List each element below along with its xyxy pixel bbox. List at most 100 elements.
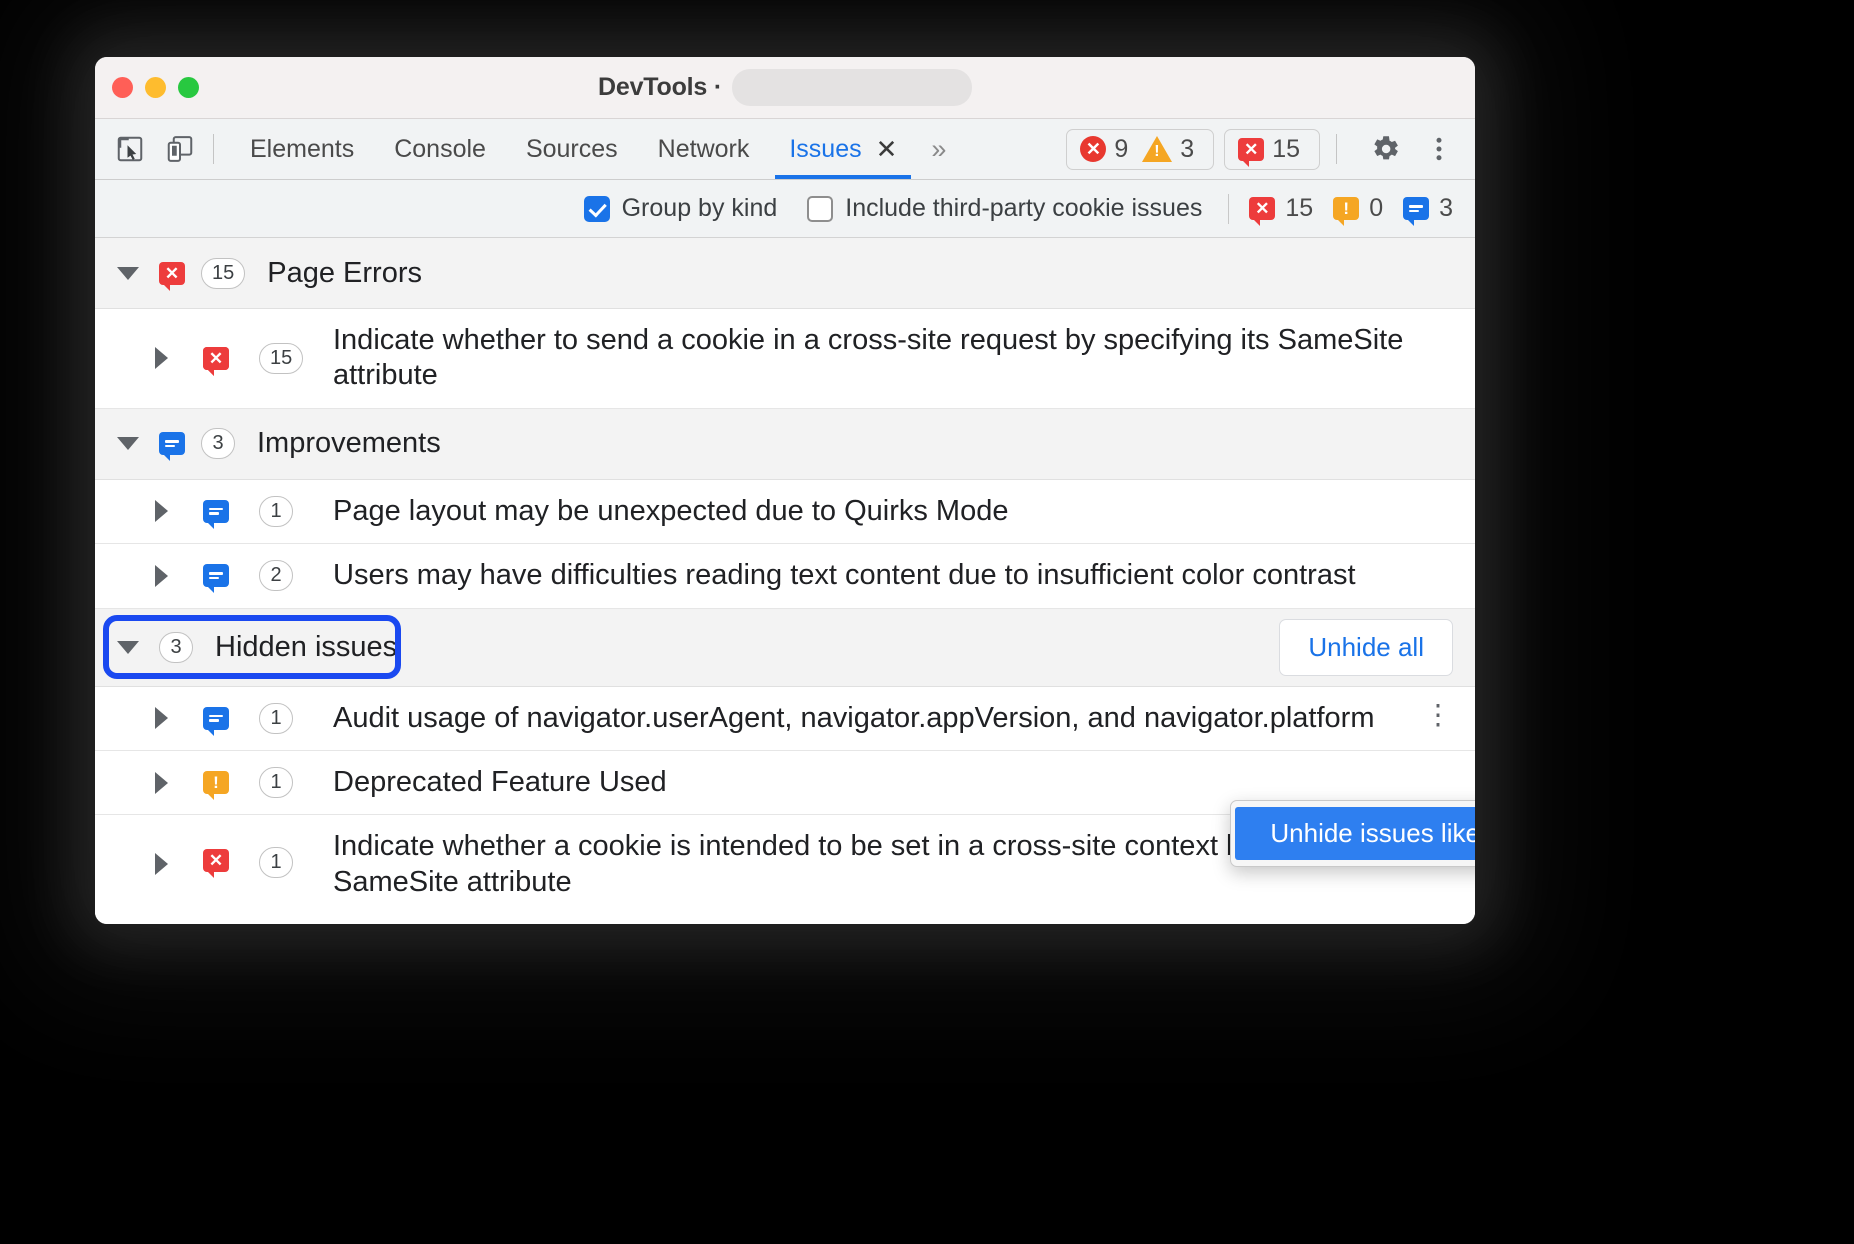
inspect-cursor-icon[interactable] bbox=[113, 132, 147, 166]
title-redacted-block bbox=[732, 69, 972, 106]
group-by-kind-checkbox[interactable]: Group by kind bbox=[584, 194, 778, 223]
chevron-down-icon[interactable] bbox=[117, 437, 139, 450]
error-bubble-icon: ✕ bbox=[159, 262, 185, 285]
toolbar-divider-right bbox=[1336, 134, 1337, 164]
include-third-party-cookie-issues-checkbox[interactable]: Include third-party cookie issues bbox=[807, 194, 1202, 223]
error-bubble-icon: ✕ bbox=[203, 849, 229, 872]
warning-bubble-icon: ! bbox=[1333, 197, 1359, 220]
close-window-button[interactable] bbox=[112, 77, 133, 98]
issue-row[interactable]: 1 Page layout may be unexpected due to Q… bbox=[95, 480, 1475, 544]
panel-tabs: Elements Console Sources Network Issues … bbox=[230, 119, 917, 179]
console-error-count: 9 bbox=[1114, 135, 1128, 164]
issue-row[interactable]: 2 Users may have difficulties reading te… bbox=[95, 544, 1475, 608]
issue-title: Audit usage of navigator.userAgent, navi… bbox=[329, 701, 1423, 736]
maximize-window-button[interactable] bbox=[178, 77, 199, 98]
group-header-page-errors[interactable]: ✕ 15 Page Errors bbox=[95, 238, 1475, 309]
filter-info-count: 3 bbox=[1439, 194, 1453, 223]
error-bubble-icon-glyph: ✕ bbox=[203, 347, 229, 370]
chevron-right-icon[interactable] bbox=[155, 853, 168, 875]
info-bubble-icon bbox=[159, 432, 185, 455]
console-warning-count: 3 bbox=[1180, 135, 1194, 164]
chevron-down-icon[interactable] bbox=[117, 641, 139, 654]
minimize-window-button[interactable] bbox=[145, 77, 166, 98]
issue-count-badge: 1 bbox=[259, 767, 293, 798]
hidden-issues-header[interactable]: 3 Hidden issues Unhide all bbox=[95, 609, 1475, 687]
info-bubble-icon bbox=[203, 707, 229, 730]
issue-count-badge: 1 bbox=[259, 847, 293, 878]
issue-count-badge: 1 bbox=[259, 496, 293, 527]
warning-bubble-icon: ! bbox=[203, 771, 229, 794]
group-count-badge: 15 bbox=[201, 258, 245, 289]
chevron-right-icon[interactable] bbox=[155, 500, 168, 522]
gear-icon[interactable] bbox=[1363, 127, 1407, 171]
console-counts-badge[interactable]: ✕ 9 ! 3 bbox=[1066, 129, 1214, 170]
group-by-kind-checkbox-box[interactable] bbox=[584, 196, 610, 222]
filter-error-counter: ✕ 15 bbox=[1249, 194, 1313, 223]
issue-count-badge: 1 bbox=[259, 703, 293, 734]
kebab-menu-icon[interactable] bbox=[1417, 127, 1461, 171]
hidden-issues-title: Hidden issues bbox=[215, 631, 397, 664]
issue-error-bubble-icon: ✕ bbox=[1238, 138, 1264, 161]
filter-info-counter: 3 bbox=[1403, 194, 1453, 223]
tab-sources-label: Sources bbox=[526, 135, 618, 164]
group-title: Page Errors bbox=[267, 257, 422, 290]
info-bubble-icon bbox=[203, 564, 229, 587]
tab-sources[interactable]: Sources bbox=[506, 119, 638, 179]
unhide-all-button[interactable]: Unhide all bbox=[1279, 619, 1453, 676]
error-circle-icon: ✕ bbox=[1080, 136, 1106, 162]
window-title-group: DevTools · bbox=[95, 69, 1475, 106]
chevron-right-icon[interactable] bbox=[155, 565, 168, 587]
issue-count-badge: 2 bbox=[259, 560, 293, 591]
filterbar-divider bbox=[1228, 194, 1229, 224]
device-toolbar-icon[interactable] bbox=[163, 132, 197, 166]
info-bubble-icon bbox=[203, 500, 229, 523]
issue-row[interactable]: ✕ 15 Indicate whether to send a cookie i… bbox=[95, 309, 1475, 409]
issue-title: Page layout may be unexpected due to Qui… bbox=[329, 494, 1453, 529]
tab-network[interactable]: Network bbox=[638, 119, 770, 179]
context-menu: Unhide issues like this bbox=[1230, 800, 1475, 867]
chevron-right-icon[interactable] bbox=[155, 772, 168, 794]
tab-elements[interactable]: Elements bbox=[230, 119, 374, 179]
group-title: Improvements bbox=[257, 427, 441, 460]
window-titlebar: DevTools · bbox=[95, 57, 1475, 119]
toolbar-divider bbox=[213, 134, 214, 164]
tab-network-label: Network bbox=[658, 135, 750, 164]
error-bubble-icon: ✕ bbox=[1249, 197, 1275, 220]
issue-title: Deprecated Feature Used bbox=[329, 765, 1453, 800]
screenshot-root: DevTools · bbox=[0, 0, 1854, 1244]
chevron-down-icon[interactable] bbox=[117, 267, 139, 280]
filter-warning-count: 0 bbox=[1369, 194, 1383, 223]
row-kebab-menu-icon[interactable]: ⋮ bbox=[1423, 705, 1453, 725]
hidden-count-badge: 3 bbox=[159, 632, 193, 663]
info-bubble-icon bbox=[1403, 197, 1429, 220]
traffic-lights bbox=[112, 77, 199, 98]
tab-issues-label: Issues bbox=[789, 135, 861, 164]
issues-count-badge[interactable]: ✕ 15 bbox=[1224, 129, 1320, 170]
issue-count-badge: 15 bbox=[259, 343, 303, 374]
group-header-improvements[interactable]: 3 Improvements bbox=[95, 409, 1475, 480]
window-title: DevTools · bbox=[598, 73, 722, 102]
include-third-party-label: Include third-party cookie issues bbox=[845, 194, 1202, 223]
close-icon[interactable]: ✕ bbox=[876, 136, 898, 162]
warning-triangle-icon: ! bbox=[1142, 136, 1172, 162]
issues-badge-count: 15 bbox=[1272, 135, 1300, 164]
tab-console[interactable]: Console bbox=[374, 119, 506, 179]
tab-console-label: Console bbox=[394, 135, 486, 164]
issue-row[interactable]: 1 Audit usage of navigator.userAgent, na… bbox=[95, 687, 1475, 751]
issue-title: Indicate whether to send a cookie in a c… bbox=[329, 323, 1453, 394]
chevron-right-icon[interactable] bbox=[155, 347, 168, 369]
filter-warning-counter: ! 0 bbox=[1333, 194, 1383, 223]
context-menu-item-unhide-issues-like-this[interactable]: Unhide issues like this bbox=[1235, 807, 1475, 860]
issues-filter-bar: Group by kind Include third-party cookie… bbox=[95, 180, 1475, 238]
tab-issues[interactable]: Issues ✕ bbox=[769, 119, 917, 179]
tab-elements-label: Elements bbox=[250, 135, 354, 164]
more-tabs-icon[interactable]: » bbox=[917, 134, 957, 165]
toolbar-left-icons bbox=[113, 132, 197, 166]
filter-error-count: 15 bbox=[1285, 194, 1313, 223]
devtools-window: DevTools · bbox=[95, 57, 1475, 924]
include-third-party-checkbox-box[interactable] bbox=[807, 196, 833, 222]
chevron-right-icon[interactable] bbox=[155, 707, 168, 729]
issue-title: Users may have difficulties reading text… bbox=[329, 558, 1453, 593]
group-count-badge: 3 bbox=[201, 428, 235, 459]
group-by-kind-label: Group by kind bbox=[622, 194, 778, 223]
